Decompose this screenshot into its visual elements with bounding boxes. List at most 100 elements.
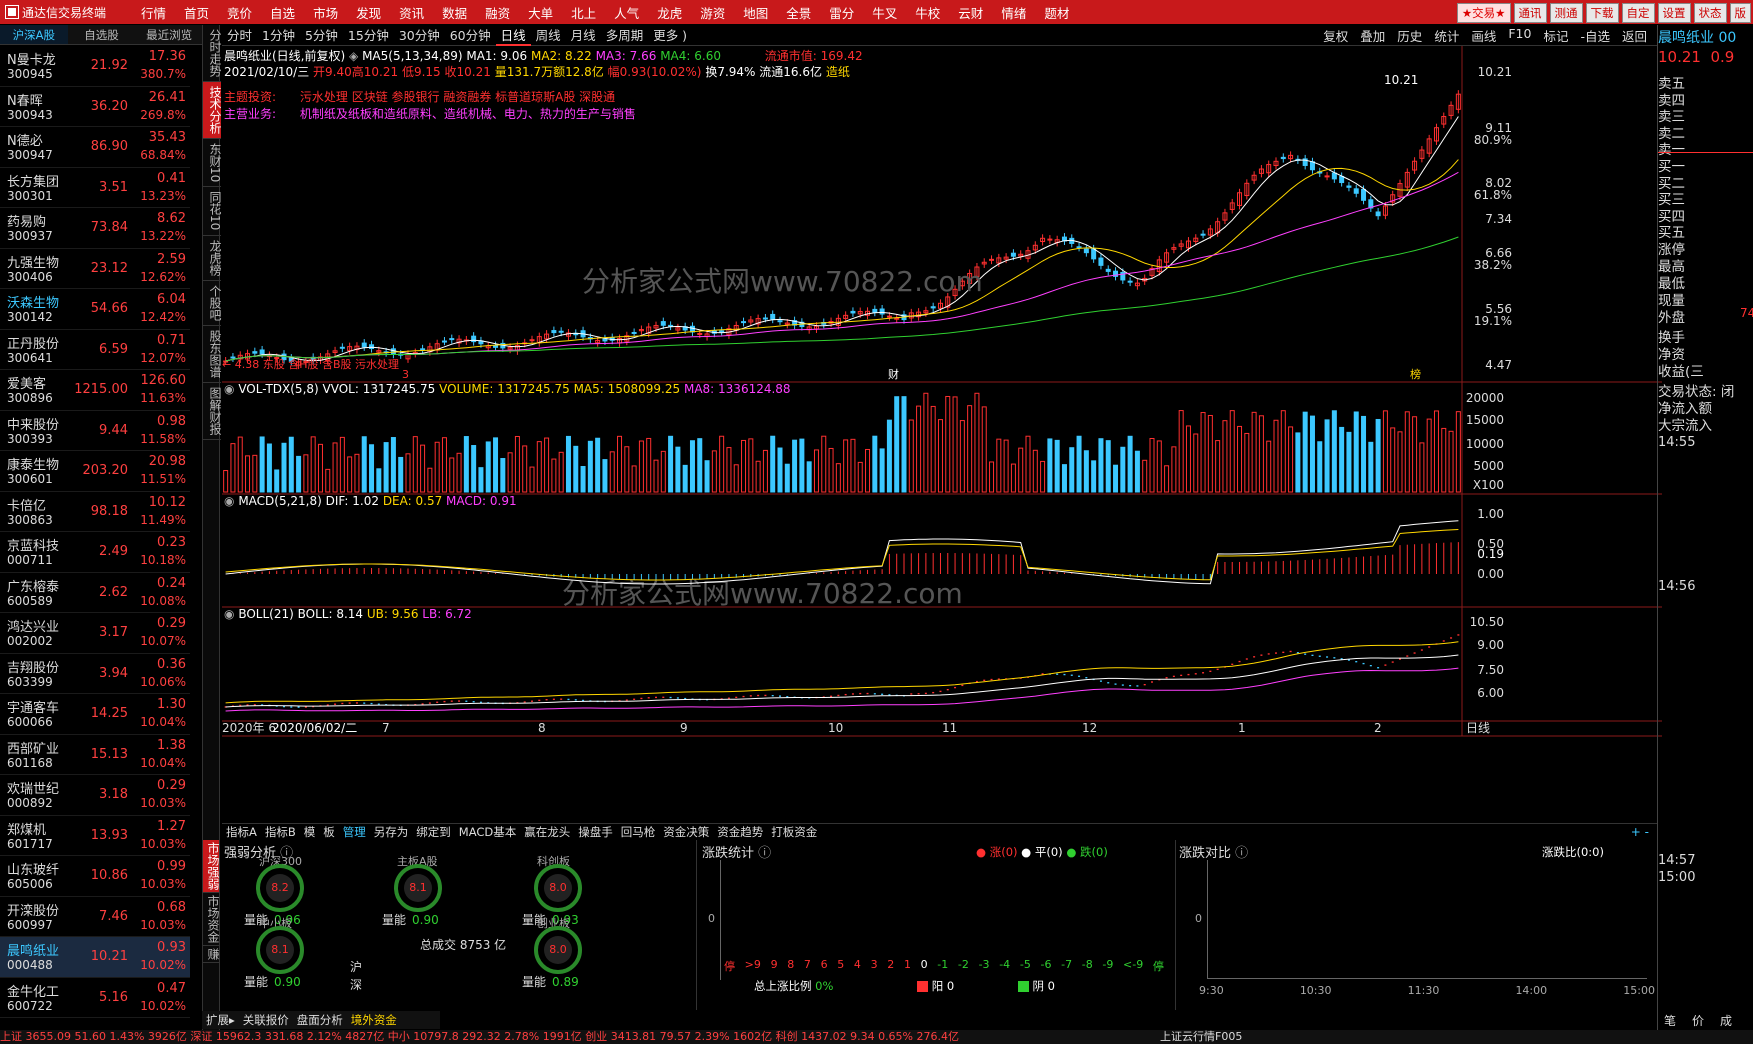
stock-row[interactable]: 吉翔股份 603399 3.94 0.36 10.06%: [0, 654, 190, 694]
menu-item[interactable]: 自选: [261, 3, 304, 22]
period-tab[interactable]: 周线: [531, 25, 566, 46]
indicator-tab[interactable]: 资金趋势: [713, 824, 767, 840]
menu-item[interactable]: 地图: [734, 3, 777, 22]
period-tab[interactable]: 更多 ): [648, 25, 692, 46]
menu-item[interactable]: 情绪: [992, 3, 1035, 22]
theme-list[interactable]: 污水处理 区块链 参股银行 融资融券 标普道琼斯A股 深股通: [300, 90, 615, 104]
period-tab[interactable]: 月线: [566, 25, 601, 46]
indicator-tab[interactable]: 回马枪: [617, 824, 660, 840]
tick-tab[interactable]: 价: [1692, 1012, 1704, 1029]
period-tab[interactable]: 5分钟: [300, 25, 343, 46]
stock-row[interactable]: 沃森生物 300142 54.66 6.04 12.42%: [0, 289, 190, 330]
toolbar-button[interactable]: 测通: [1549, 3, 1583, 23]
stock-row[interactable]: 卡倍亿 300863 98.18 10.12 11.49%: [0, 492, 190, 532]
bottom-tab[interactable]: 盘面分析: [293, 1012, 347, 1028]
menu-item[interactable]: 首页: [175, 3, 218, 22]
market-tab[interactable]: 最近浏览: [135, 25, 203, 44]
stock-row[interactable]: 晨鸣纸业 000488 10.21 0.93 10.02%: [0, 937, 190, 978]
view-tab[interactable]: 同花10: [203, 187, 222, 236]
menu-item[interactable]: 龙虎: [648, 3, 691, 22]
bottom-tab[interactable]: 扩展▸: [202, 1012, 239, 1028]
menu-item[interactable]: 市场: [304, 3, 347, 22]
stock-row[interactable]: 京蓝科技 000711 2.49 0.23 10.18%: [0, 532, 190, 573]
period-tab[interactable]: 日线: [495, 25, 531, 46]
vol-toggle-icon[interactable]: ◉: [224, 382, 234, 396]
view-tab[interactable]: 技术分析: [203, 82, 222, 139]
info-icon[interactable]: ⓘ: [758, 846, 771, 861]
indicator-tab[interactable]: 另存为: [370, 824, 413, 840]
toolbar-button[interactable]: 通讯: [1513, 3, 1547, 23]
kline-chart[interactable]: 10.219.1180.9%8.0261.8%7.346.6638.2%5.56…: [222, 46, 1662, 841]
chart-tool-button[interactable]: 标记: [1537, 26, 1574, 45]
view-tab[interactable]: 分时走势: [203, 25, 222, 82]
indicator-tab[interactable]: 指标A: [222, 824, 261, 840]
menu-item[interactable]: 牛叉: [863, 3, 906, 22]
indicator-tab[interactable]: 板: [319, 824, 339, 840]
indicator-tab[interactable]: 赢在龙头: [520, 824, 574, 840]
boll-toggle-icon[interactable]: ◉: [224, 607, 234, 621]
view-tab[interactable]: 个股吧: [203, 281, 222, 326]
period-tab[interactable]: 多周期: [601, 25, 649, 46]
indicator-tab[interactable]: MACD基本: [455, 824, 520, 840]
stock-row[interactable]: 宇通客车 600066 14.25 1.30 10.04%: [0, 694, 190, 735]
indicator-tab[interactable]: 操盘手: [574, 824, 617, 840]
market-tab[interactable]: 沪深A股: [0, 25, 68, 44]
stock-row[interactable]: N德必 300947 86.90 35.43 68.84%: [0, 127, 190, 168]
tick-tab[interactable]: 笔: [1664, 1012, 1676, 1029]
stock-row[interactable]: 爱美客 300896 1215.00 126.60 11.63%: [0, 370, 190, 411]
menu-item[interactable]: 游资: [691, 3, 734, 22]
info-icon[interactable]: ⓘ: [1235, 846, 1248, 861]
view-tab[interactable]: 东财10: [203, 139, 222, 188]
stock-row[interactable]: N春晖 300943 36.20 26.41 269.8%: [0, 87, 190, 127]
stock-row[interactable]: 中来股份 300393 9.44 0.98 11.58%: [0, 411, 190, 451]
toolbar-button[interactable]: 下载: [1585, 3, 1619, 23]
indicator-tab[interactable]: 绑定到: [412, 824, 455, 840]
chart-tool-button[interactable]: 统计: [1428, 26, 1465, 45]
chart-tool-button[interactable]: 历史: [1391, 26, 1428, 45]
period-tab[interactable]: 60分钟: [445, 25, 496, 46]
stock-row[interactable]: 开滦股份 600997 7.46 0.68 10.03%: [0, 897, 190, 937]
chart-tool-button[interactable]: 画线: [1465, 26, 1502, 45]
menu-item[interactable]: 北上: [562, 3, 605, 22]
toolbar-button[interactable]: 状态: [1693, 3, 1727, 23]
stock-row[interactable]: 鸿达兴业 002002 3.17 0.29 10.07%: [0, 613, 190, 654]
market-vtab[interactable]: 市场强弱: [203, 840, 220, 893]
indicator-tab[interactable]: 打板资金: [767, 824, 821, 840]
stock-row[interactable]: 郑煤机 601717 13.93 1.27 10.03%: [0, 816, 190, 856]
indicator-tab[interactable]: 模: [300, 824, 320, 840]
menu-item[interactable]: 雷分: [820, 3, 863, 22]
menu-item[interactable]: 大单: [519, 3, 562, 22]
period-tab[interactable]: 30分钟: [394, 25, 445, 46]
menu-item[interactable]: 发现: [347, 3, 390, 22]
macd-toggle-icon[interactable]: ◉: [224, 494, 234, 508]
menu-item[interactable]: 行情: [132, 3, 175, 22]
toolbar-button[interactable]: 设置: [1657, 3, 1691, 23]
tick-tab[interactable]: 成: [1720, 1012, 1732, 1029]
indicator-tab[interactable]: 资金决策: [659, 824, 713, 840]
menu-item[interactable]: 资讯: [390, 3, 433, 22]
chart-tool-button[interactable]: 返回: [1616, 26, 1653, 45]
menu-item[interactable]: 全景: [777, 3, 820, 22]
toolbar-button[interactable]: 自定: [1621, 3, 1655, 23]
menu-item[interactable]: 融资: [476, 3, 519, 22]
toolbar-button[interactable]: ★交易★: [1456, 3, 1511, 23]
stock-row[interactable]: 药易购 300937 73.84 8.62 13.22%: [0, 208, 190, 249]
bottom-tab[interactable]: 境外资金: [347, 1012, 401, 1028]
period-tab[interactable]: 分时: [222, 25, 257, 46]
stock-row[interactable]: 金牛化工 600722 5.16 0.47 10.02%: [0, 978, 190, 1018]
view-tab[interactable]: 图解财报: [203, 383, 222, 440]
chart-tool-button[interactable]: -自选: [1574, 26, 1616, 45]
menu-item[interactable]: 人气: [605, 3, 648, 22]
stock-row[interactable]: 九强生物 300406 23.12 2.59 12.62%: [0, 249, 190, 289]
view-tab[interactable]: 股东图谱: [203, 326, 222, 383]
stock-row[interactable]: 正丹股份 300641 6.59 0.71 12.07%: [0, 330, 190, 370]
stock-row[interactable]: 康泰生物 300601 203.20 20.98 11.51%: [0, 451, 190, 492]
chart-tool-button[interactable]: 叠加: [1354, 26, 1391, 45]
toolbar-button[interactable]: 版: [1729, 3, 1751, 23]
ma-toggle-icon[interactable]: ◈: [349, 49, 358, 63]
menu-item[interactable]: 数据: [433, 3, 476, 22]
stock-row[interactable]: N曼卡龙 300945 21.92 17.36 380.7%: [0, 46, 190, 87]
menu-item[interactable]: 云财: [949, 3, 992, 22]
market-vtab[interactable]: 市场资金: [203, 893, 220, 946]
menu-item[interactable]: 题材: [1035, 3, 1078, 22]
